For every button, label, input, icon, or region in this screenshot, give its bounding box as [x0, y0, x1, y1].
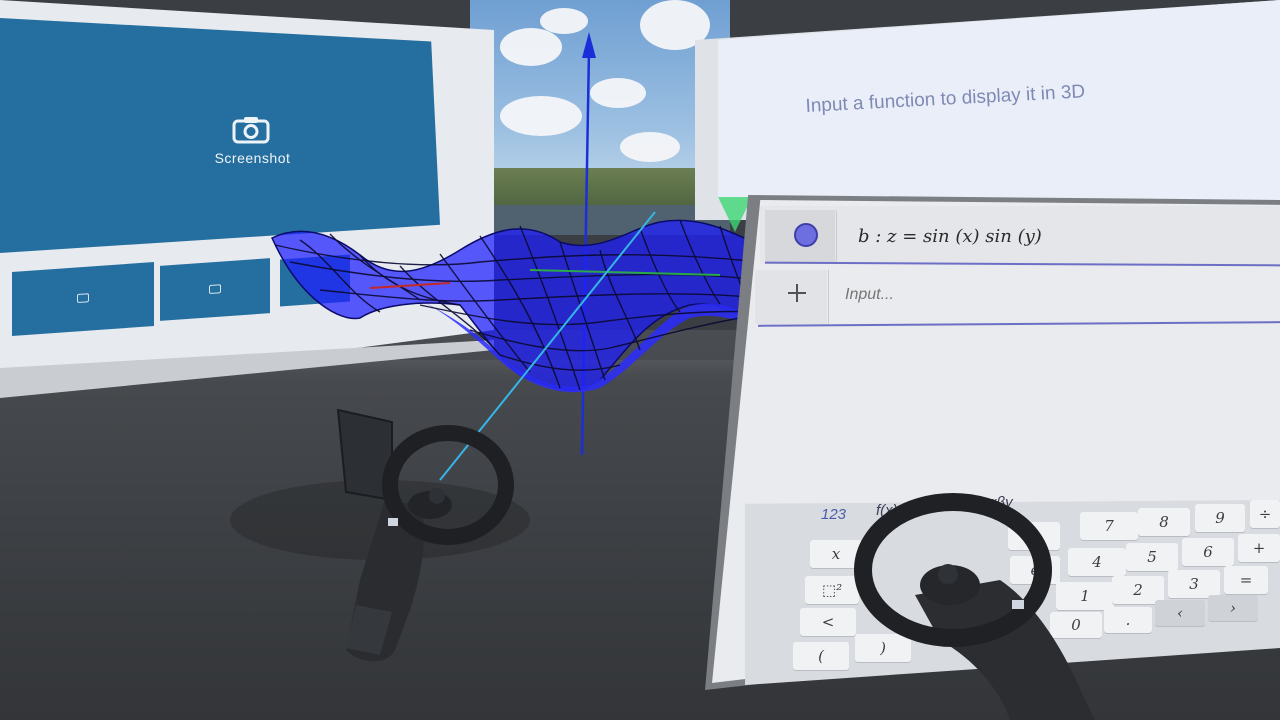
- vr-scene: Screenshot Input a function to display i…: [0, 0, 1280, 720]
- windows-icon: [388, 518, 398, 526]
- motion-controllers: [230, 408, 1095, 720]
- windows-icon: [1012, 600, 1024, 609]
